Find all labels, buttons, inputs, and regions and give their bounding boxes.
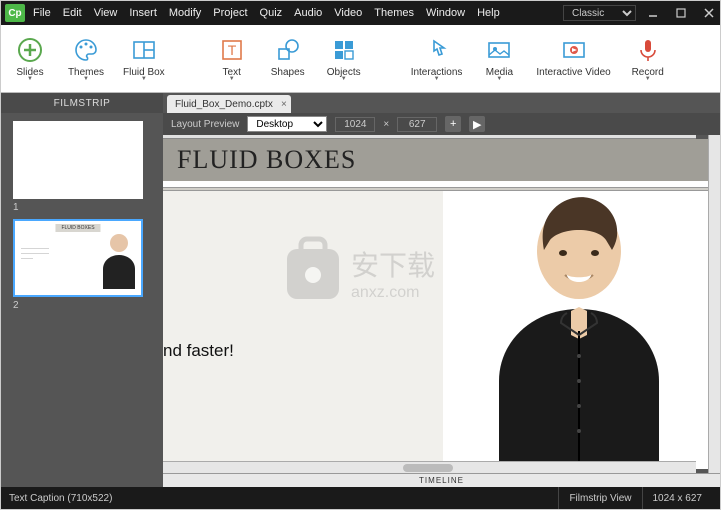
canvas-area: FLUID BOXES nd faster! [163, 135, 720, 473]
height-input[interactable] [397, 117, 437, 132]
add-breakpoint-button[interactable]: + [445, 116, 461, 132]
close-icon[interactable]: × [281, 99, 287, 110]
canvas-scroll[interactable]: FLUID BOXES nd faster! [163, 135, 708, 473]
interactions-button[interactable]: Interactions▼ [411, 35, 463, 82]
slide-text-caption[interactable]: nd faster! [163, 191, 443, 469]
fluid-box-icon [129, 35, 159, 65]
shapes-button[interactable]: Shapes [269, 35, 307, 82]
width-input[interactable] [335, 117, 375, 132]
fluid-box-button[interactable]: Fluid Box▼ [123, 35, 165, 82]
dim-separator: × [383, 119, 389, 130]
themes-button[interactable]: Themes▼ [67, 35, 105, 82]
document-tab[interactable]: Fluid_Box_Demo.cptx × [167, 95, 291, 113]
status-bar: Text Caption (710x522) Filmstrip View 10… [1, 487, 720, 509]
main-menu: File Edit View Insert Modify Project Qui… [33, 7, 500, 19]
thumb-mini-title: FLUID BOXES [55, 224, 100, 232]
tab-label: Fluid_Box_Demo.cptx [175, 99, 273, 110]
objects-icon [329, 35, 359, 65]
objects-button[interactable]: Objects▼ [325, 35, 363, 82]
menu-insert[interactable]: Insert [129, 7, 157, 19]
media-button[interactable]: Media▼ [480, 35, 518, 82]
maximize-button[interactable] [670, 4, 692, 22]
palette-icon [71, 35, 101, 65]
person-image [469, 191, 689, 467]
menu-video[interactable]: Video [334, 7, 362, 19]
media-icon [484, 35, 514, 65]
interactions-icon [422, 35, 452, 65]
slide-thumbnail-2[interactable]: FLUID BOXES ————————————————— [13, 219, 143, 297]
document-tab-bar: Fluid_Box_Demo.cptx × [163, 93, 720, 113]
app-icon: Cp [5, 4, 25, 22]
layout-preview-label: Layout Preview [171, 119, 239, 130]
vertical-scrollbar[interactable] [708, 135, 720, 473]
svg-text:T: T [227, 42, 236, 58]
status-view-mode[interactable]: Filmstrip View [558, 487, 641, 509]
plus-icon [15, 35, 45, 65]
device-select[interactable]: Desktop [247, 116, 327, 132]
microphone-icon [633, 35, 663, 65]
shapes-icon [273, 35, 303, 65]
editor-area: Fluid_Box_Demo.cptx × Layout Preview Des… [163, 93, 720, 487]
filmstrip-body: 1 FLUID BOXES ————————————————— 2 [1, 113, 163, 487]
menu-modify[interactable]: Modify [169, 7, 201, 19]
menu-file[interactable]: File [33, 7, 51, 19]
horizontal-scrollbar[interactable] [163, 461, 696, 473]
video-icon [559, 35, 589, 65]
thumb-number: 2 [13, 300, 151, 311]
slide-canvas[interactable]: FLUID BOXES nd faster! [163, 139, 708, 469]
slide-title-band: FLUID BOXES [163, 139, 708, 181]
slide-thumbnail-1[interactable] [13, 121, 143, 199]
minimize-button[interactable] [642, 4, 664, 22]
filmstrip-header: FILMSTRIP [1, 93, 163, 113]
status-dimensions: 1024 x 627 [642, 487, 713, 509]
menu-quiz[interactable]: Quiz [260, 7, 283, 19]
ribbon-toolbar: Slides▼ Themes▼ Fluid Box▼ T Text▼ Shape… [1, 25, 720, 93]
text-icon: T [217, 35, 247, 65]
slide-image-area[interactable] [450, 191, 708, 469]
filmstrip-panel: FILMSTRIP 1 FLUID BOXES ————————————————… [1, 93, 163, 487]
workspace: FILMSTRIP 1 FLUID BOXES ————————————————… [1, 93, 720, 487]
save-button[interactable]: Save [715, 37, 721, 80]
layout-preview-bar: Layout Preview Desktop × + ▶ [163, 113, 720, 135]
timeline-panel-header[interactable]: TIMELINE [163, 473, 720, 487]
menu-project[interactable]: Project [213, 7, 247, 19]
thumb-mini-person-icon [99, 229, 139, 289]
play-button[interactable]: ▶ [469, 116, 485, 132]
workspace-layout-select[interactable]: Classic [563, 5, 636, 21]
close-button[interactable] [698, 4, 720, 22]
thumb-mini-text: ————————————————— [21, 245, 49, 260]
slide-title[interactable]: FLUID BOXES [177, 145, 356, 175]
menu-window[interactable]: Window [426, 7, 465, 19]
title-bar: Cp File Edit View Insert Modify Project … [1, 1, 720, 25]
interactive-video-button[interactable]: Interactive Video [536, 35, 610, 82]
menu-themes[interactable]: Themes [374, 7, 414, 19]
slide-text-fragment: nd faster! [163, 341, 234, 360]
menu-help[interactable]: Help [477, 7, 500, 19]
menu-audio[interactable]: Audio [294, 7, 322, 19]
status-selection: Text Caption (710x522) [9, 493, 112, 504]
record-button[interactable]: Record▼ [629, 35, 667, 82]
menu-edit[interactable]: Edit [63, 7, 82, 19]
thumb-number: 1 [13, 202, 151, 213]
text-button[interactable]: T Text▼ [213, 35, 251, 82]
slides-button[interactable]: Slides▼ [11, 35, 49, 82]
menu-view[interactable]: View [94, 7, 118, 19]
